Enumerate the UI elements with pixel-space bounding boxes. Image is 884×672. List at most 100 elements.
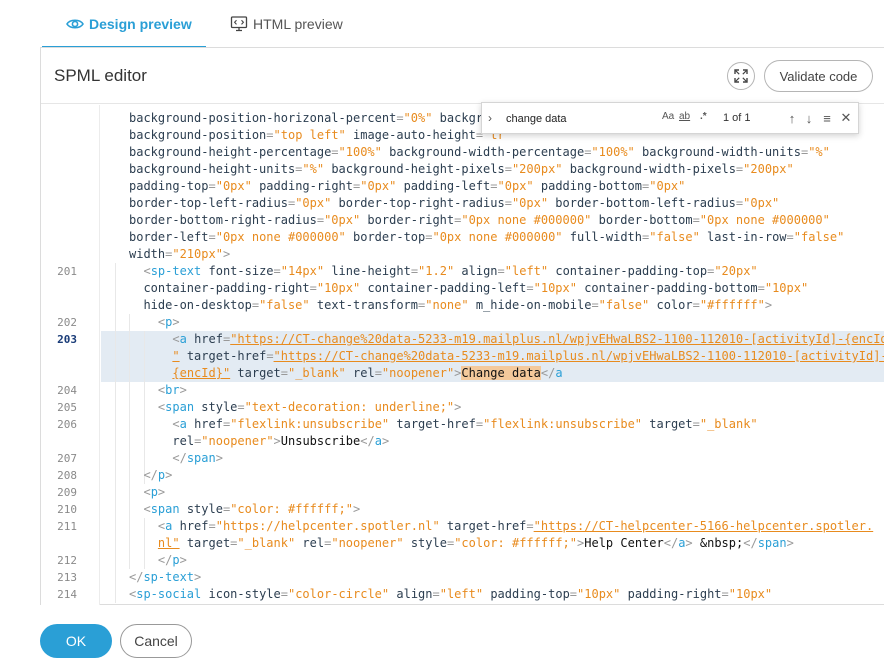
code-line: border-bottom-right-radius="0px" border-… bbox=[101, 212, 830, 229]
code-token: > bbox=[194, 570, 202, 584]
code-token: > bbox=[273, 434, 281, 448]
code-token: "false" bbox=[793, 230, 845, 244]
tab-html-preview[interactable]: HTML preview bbox=[230, 0, 343, 48]
code-line: width="210px"> bbox=[101, 246, 230, 263]
code-token: "100%" bbox=[591, 145, 635, 159]
code-token: "200px" bbox=[743, 162, 794, 176]
code-line: </span> bbox=[101, 450, 223, 467]
code-token: </ bbox=[129, 570, 144, 584]
code-token: "10px" bbox=[533, 281, 577, 295]
code-token: a bbox=[555, 366, 563, 380]
code-token: "%" bbox=[302, 162, 325, 176]
tab-design-preview-label: Design preview bbox=[89, 16, 192, 32]
code-token: = bbox=[786, 230, 794, 244]
code-token: = bbox=[591, 298, 599, 312]
code-token: < bbox=[143, 264, 151, 278]
code-token: container-padding-left bbox=[360, 281, 527, 295]
code-token: < bbox=[143, 502, 151, 516]
code-editor[interactable]: 201 202 203 204 205 206 207 208 209 210 211 212 213 2… bbox=[41, 105, 884, 605]
toggle-replace-icon[interactable]: › bbox=[488, 111, 492, 125]
code-token: "flexlink:unsubscribe" bbox=[483, 417, 643, 431]
code-token: container-padding-top bbox=[548, 264, 708, 278]
code-token: = bbox=[273, 264, 281, 278]
code-token: = bbox=[237, 400, 245, 414]
line-number: 201 bbox=[57, 265, 77, 278]
code-token: background-height-pixels bbox=[324, 162, 505, 176]
code-token: "1.2" bbox=[418, 264, 455, 278]
code-token: = bbox=[475, 417, 484, 431]
code-token: full-width bbox=[562, 230, 643, 244]
code-token: "0px" bbox=[511, 196, 549, 210]
code-token: &nbsp; bbox=[692, 536, 744, 550]
code-token: "https://CT-helpcenter-5166-helpcenter.s… bbox=[533, 519, 874, 533]
code-token: "https://helpcenter.spotler.nl" bbox=[215, 519, 440, 533]
code-token: target bbox=[642, 417, 693, 431]
match-case-toggle[interactable]: Aa bbox=[662, 111, 674, 122]
cancel-button[interactable]: Cancel bbox=[120, 624, 192, 658]
code-line: hide-on-desktop="false" text-transform="… bbox=[101, 297, 772, 314]
code-token: nl" bbox=[157, 536, 180, 550]
code-line: <p> bbox=[101, 484, 165, 501]
line-number: 207 bbox=[57, 452, 77, 465]
code-token: = bbox=[692, 298, 700, 312]
regex-toggle[interactable]: .* bbox=[700, 111, 707, 122]
code-token: hide-on-desktop bbox=[143, 298, 252, 312]
code-token: sp-social bbox=[136, 587, 202, 601]
code-line: border-left="0px none #000000" border-to… bbox=[101, 229, 844, 246]
code-token: = bbox=[490, 179, 498, 193]
code-token: "10px" bbox=[728, 587, 773, 601]
code-token: padding-right bbox=[620, 587, 722, 601]
code-token: "0px none #000000" bbox=[699, 213, 830, 227]
code-token: "0px none #000000" bbox=[461, 213, 592, 227]
code-token: container-padding-right bbox=[143, 281, 310, 295]
code-token: </ bbox=[172, 451, 187, 465]
code-line: <sp-social icon-style="color-circle" ali… bbox=[101, 586, 772, 603]
line-number: 202 bbox=[57, 316, 77, 329]
whole-word-toggle[interactable]: ab bbox=[679, 111, 690, 122]
code-token: " bbox=[172, 349, 180, 363]
code-token: border-bottom-right-radius bbox=[129, 213, 317, 227]
code-token: rel bbox=[172, 434, 195, 448]
fullscreen-button[interactable] bbox=[727, 62, 755, 90]
code-line: <br> bbox=[101, 382, 187, 399]
code-token: style bbox=[179, 502, 223, 516]
code-token: > bbox=[353, 502, 361, 516]
code-token: border-right bbox=[360, 213, 455, 227]
code-token: = bbox=[526, 281, 534, 295]
code-token: target-href bbox=[389, 417, 476, 431]
code-token: "0px" bbox=[295, 196, 332, 210]
previous-match-icon[interactable]: ↑ bbox=[784, 109, 800, 127]
validate-code-button[interactable]: Validate code bbox=[764, 60, 873, 92]
code-line: nl" target="_blank" rel="noopener" style… bbox=[101, 535, 794, 552]
code-token: padding-top bbox=[129, 179, 209, 193]
code-token: = bbox=[280, 366, 288, 380]
code-token: < bbox=[143, 485, 151, 499]
code-line: background-height-percentage="100%" back… bbox=[101, 144, 830, 161]
find-in-selection-icon[interactable]: ≡ bbox=[819, 109, 835, 127]
next-match-icon[interactable]: ↓ bbox=[801, 109, 817, 127]
code-token: span bbox=[757, 536, 787, 550]
code-token: = bbox=[526, 519, 534, 533]
code-token: > bbox=[215, 451, 223, 465]
code-token: "none" bbox=[425, 298, 469, 312]
code-token: </ bbox=[157, 553, 173, 567]
code-token: "0px" bbox=[649, 179, 686, 193]
ok-button[interactable]: OK bbox=[40, 624, 112, 658]
code-token: image-auto-height bbox=[345, 128, 476, 142]
code-token: rel bbox=[345, 366, 375, 380]
code-token: span bbox=[150, 502, 180, 516]
code-line: <span style="color: #ffffff;"> bbox=[101, 501, 360, 518]
code-token: = bbox=[396, 111, 404, 125]
code-token: > bbox=[157, 485, 166, 499]
code-token: "_blank" bbox=[287, 366, 346, 380]
tab-design-preview[interactable]: Design preview bbox=[66, 0, 192, 48]
code-token: container-padding-bottom bbox=[576, 281, 758, 295]
code-token: "0px" bbox=[215, 179, 252, 193]
code-token: line-height bbox=[324, 264, 411, 278]
code-token: > bbox=[222, 247, 231, 261]
close-icon[interactable]: ✕ bbox=[838, 109, 854, 127]
code-token: = bbox=[757, 281, 765, 295]
monitor-code-icon bbox=[230, 16, 248, 32]
code-token: > bbox=[454, 400, 462, 414]
code-token: "https://CT-change%20data-5233-m19.mailp… bbox=[273, 349, 884, 363]
